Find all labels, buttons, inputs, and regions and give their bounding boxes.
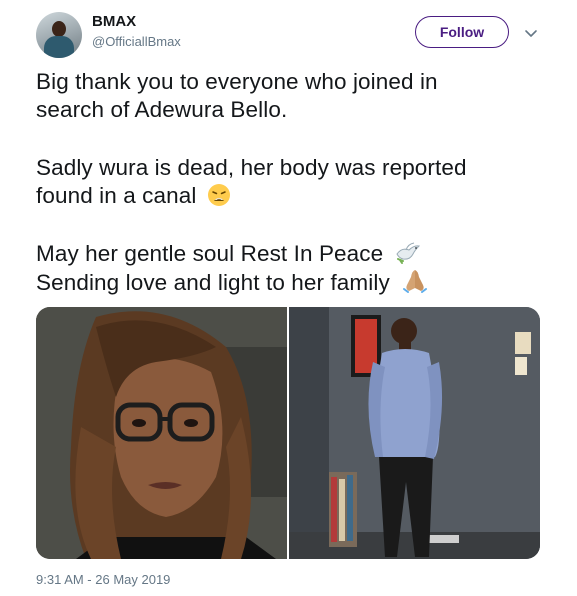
tweet-text-line-5: May her gentle soul Rest In Peace [36,241,384,266]
weary-face-icon [207,184,230,206]
avatar-head-shape [52,21,66,37]
folded-hands-icon [403,270,428,293]
user-handle[interactable]: @OfficiallBmax [92,34,181,49]
photo-standing-image [289,307,540,559]
tweet-text-line-2: search of Adewura Bello. [36,97,288,122]
follow-button[interactable]: Follow [415,16,509,48]
tweet-text-line-4: found in a canal [36,183,197,208]
tweet-timestamp[interactable]: 9:31 AM - 26 May 2019 [36,572,170,587]
avatar[interactable] [36,12,82,58]
tweet-text-line-5-wrap: May her gentle soul Rest In Peace [36,240,422,268]
tweet-card: BMAX @OfficiallBmax Follow Big thank you… [0,0,577,596]
photo-selfie-image [36,307,287,559]
tweet-text-line-4-wrap: found in a canal [36,182,231,210]
chevron-down-icon[interactable] [524,26,538,40]
tweet-text-line-6: Sending love and light to her family [36,270,390,295]
tweet-text-line-3: Sadly wura is dead, her body was reporte… [36,155,467,180]
dove-icon [396,242,420,264]
user-name[interactable]: BMAX [92,13,136,30]
avatar-body-shape [44,36,74,58]
tweet-text-line-1: Big thank you to everyone who joined in [36,69,438,94]
photo-selfie[interactable] [36,307,287,559]
photo-standing[interactable] [289,307,540,559]
media-gallery[interactable] [36,307,540,559]
tweet-text-line-6-wrap: Sending love and light to her family [36,268,430,297]
